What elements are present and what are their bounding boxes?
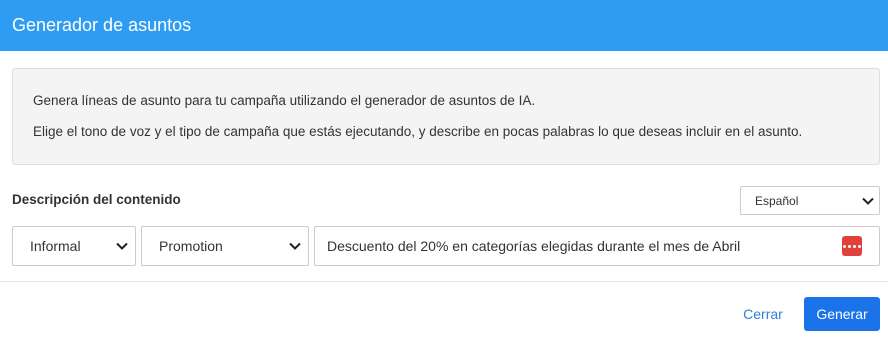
- footer-divider: [0, 281, 888, 282]
- description-input[interactable]: Descuento del 20% en categorías elegidas…: [314, 226, 880, 266]
- campaign-type-select[interactable]: Promotion: [141, 226, 309, 266]
- chevron-down-icon: [288, 239, 302, 253]
- tone-select-value: Informal: [30, 238, 81, 254]
- chevron-down-icon: [861, 194, 875, 208]
- tone-select[interactable]: Informal: [12, 226, 136, 266]
- info-line-1: Genera líneas de asunto para tu campaña …: [33, 93, 536, 108]
- info-line-2: Elige el tono de voz y el tipo de campañ…: [33, 124, 803, 139]
- language-select[interactable]: Español: [740, 186, 880, 215]
- dialog-title: Generador de asuntos: [12, 15, 192, 35]
- dialog-header: Generador de asuntos: [0, 0, 888, 51]
- info-panel: Genera líneas de asunto para tu campaña …: [12, 68, 880, 165]
- chevron-down-icon: [115, 239, 129, 253]
- close-button[interactable]: Cerrar: [732, 297, 794, 331]
- campaign-type-select-value: Promotion: [159, 238, 223, 254]
- password-dots-icon[interactable]: [842, 236, 862, 256]
- description-input-value: Descuento del 20% en categorías elegidas…: [327, 238, 741, 254]
- language-select-value: Español: [755, 193, 799, 208]
- content-description-label: Descripción del contenido: [12, 192, 181, 207]
- generate-button[interactable]: Generar: [804, 297, 880, 331]
